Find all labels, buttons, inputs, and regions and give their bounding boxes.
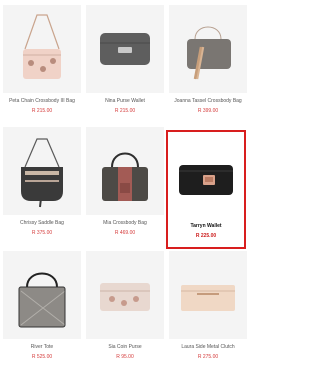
product-name[interactable]: Sia Coin Purse [86,344,164,350]
product-price: R 95.00 [116,354,134,360]
product-name[interactable]: River Tote [3,344,81,350]
crossbody-bag-icon [102,152,148,201]
product-name[interactable]: Chrissy Saddle Bag [3,220,81,226]
product-name[interactable]: Joanna Tassel Crossbody Bag [169,98,247,104]
product-price: R 375.00 [31,230,53,236]
crossbody-bag-icon [23,14,61,79]
saddle-bag-icon [21,138,63,208]
product-name[interactable]: Peta Chain Crossbody III Bag [3,98,81,104]
product-price: R 225.00 [195,233,217,239]
tote-bag-icon [18,272,66,328]
product-card[interactable]: Nina Purse Wallet R 215.00 [86,5,164,123]
product-image[interactable] [169,251,247,339]
product-card[interactable]: River Tote R 525.00 [3,251,81,369]
product-price: R 525.00 [31,354,53,360]
product-price: R 399.00 [197,108,219,114]
wallet-icon [179,165,233,195]
product-card-selected[interactable]: Tarryn Wallet R 225.00 [166,130,246,249]
product-price: R 215.00 [114,108,136,114]
product-image[interactable] [86,5,164,93]
product-grid: Peta Chain Crossbody III Bag R 215.00 Ni… [0,0,250,373]
product-card[interactable]: Sia Coin Purse R 95.00 [86,251,164,369]
product-name[interactable]: Tarryn Wallet [168,223,244,229]
product-image[interactable] [3,127,81,215]
product-price: R 275.00 [197,354,219,360]
product-image[interactable] [3,5,81,93]
product-card[interactable]: Mia Crossbody Bag R 469.00 [86,127,164,245]
product-price: R 469.00 [114,230,136,236]
product-card[interactable]: Peta Chain Crossbody III Bag R 215.00 [3,5,81,123]
product-name[interactable]: Nina Purse Wallet [86,98,164,104]
clutch-icon [181,285,235,311]
product-name[interactable]: Mia Crossbody Bag [86,220,164,226]
product-image[interactable] [168,132,244,218]
product-image[interactable] [86,127,164,215]
product-name[interactable]: Laura Side Metal Clutch [169,344,247,350]
product-image[interactable] [3,251,81,339]
product-image[interactable] [86,251,164,339]
product-price: R 215.00 [31,108,53,114]
tassel-bag-icon [187,26,231,80]
wallet-icon [100,33,150,65]
product-card[interactable]: Joanna Tassel Crossbody Bag R 399.00 [169,5,247,123]
product-card[interactable]: Chrissy Saddle Bag R 375.00 [3,127,81,245]
coin-purse-icon [100,283,150,311]
product-card[interactable]: Laura Side Metal Clutch R 275.00 [169,251,247,369]
product-image[interactable] [169,5,247,93]
